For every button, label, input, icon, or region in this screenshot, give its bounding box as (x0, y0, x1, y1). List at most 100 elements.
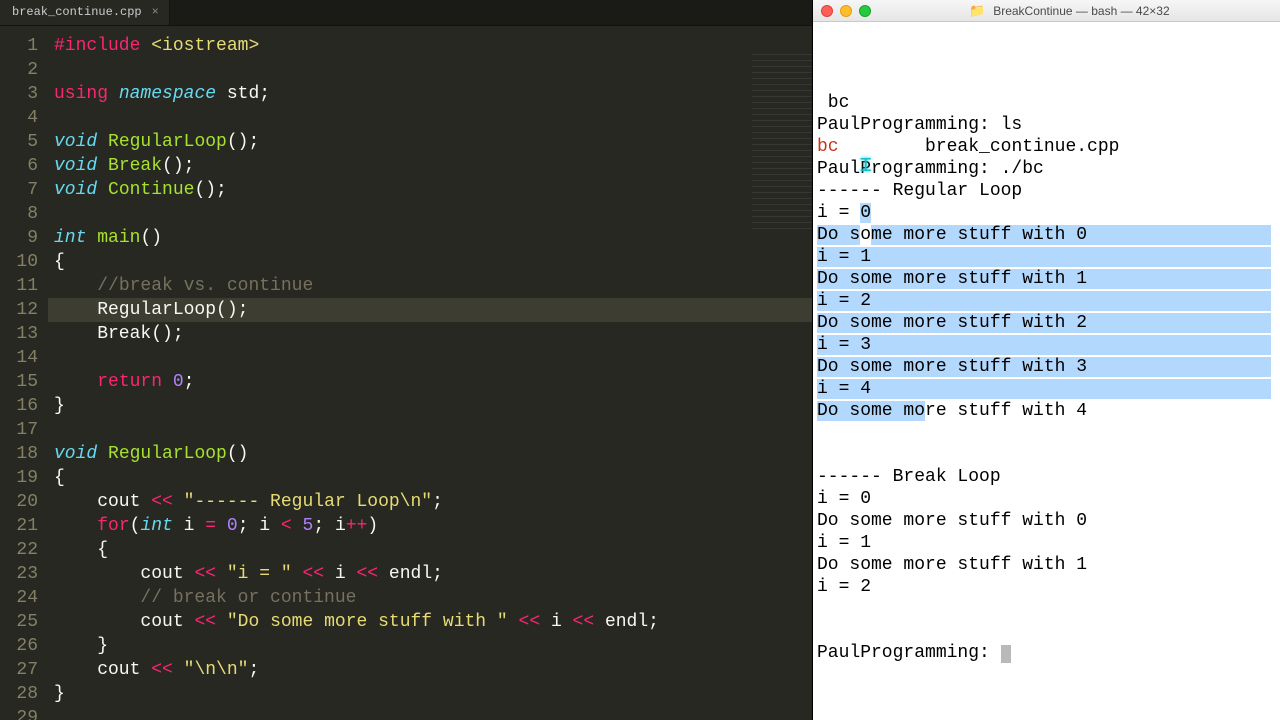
terminal-line: ------ Regular Loop (817, 180, 1278, 202)
code-line[interactable]: void RegularLoop(); (54, 130, 812, 154)
line-number: 17 (0, 418, 38, 442)
line-number: 14 (0, 346, 38, 370)
line-number: 21 (0, 514, 38, 538)
terminal-title-text: BreakContinue — bash — 42×32 (993, 4, 1169, 18)
code-line[interactable]: //break vs. continue (54, 274, 812, 298)
minimap[interactable] (752, 54, 812, 234)
terminal-line: Do some more stuff with 1 (817, 268, 1278, 290)
zoom-window-icon[interactable] (859, 5, 871, 17)
code-line[interactable]: void Break(); (54, 154, 812, 178)
editor-tabbar: break_continue.cpp × (0, 0, 812, 26)
line-number: 3 (0, 82, 38, 106)
code-line[interactable] (54, 706, 812, 720)
line-number: 1 (0, 34, 38, 58)
close-window-icon[interactable] (821, 5, 833, 17)
line-number: 15 (0, 370, 38, 394)
code-line[interactable]: { (54, 250, 812, 274)
terminal-line (817, 620, 1278, 642)
line-number: 22 (0, 538, 38, 562)
code-line[interactable]: int main() (54, 226, 812, 250)
code-line[interactable]: // break or continue (54, 586, 812, 610)
line-number: 4 (0, 106, 38, 130)
line-number: 9 (0, 226, 38, 250)
terminal-line: ------ Break Loop (817, 466, 1278, 488)
line-number: 6 (0, 154, 38, 178)
code-line[interactable]: { (54, 538, 812, 562)
line-number: 18 (0, 442, 38, 466)
terminal-line: PaulProgramming: ls (817, 114, 1278, 136)
line-number: 12 (0, 298, 38, 322)
terminal-line: PaulProgramming: ./bc (817, 158, 1278, 180)
line-number: 7 (0, 178, 38, 202)
line-number: 8 (0, 202, 38, 226)
code-line[interactable]: using namespace std; (54, 82, 812, 106)
line-number: 24 (0, 586, 38, 610)
terminal-titlebar[interactable]: 📁 BreakContinue — bash — 42×32 (813, 0, 1280, 22)
terminal-line: Do some more stuff with 0 (817, 224, 1278, 246)
code-line[interactable]: return 0; (54, 370, 812, 394)
terminal-line: Do some more stuff with 2 (817, 312, 1278, 334)
line-number: 5 (0, 130, 38, 154)
terminal-line: bc break_continue.cpp (817, 136, 1278, 158)
code-line[interactable] (54, 418, 812, 442)
code-line[interactable]: } (54, 634, 812, 658)
code-line[interactable] (54, 106, 812, 130)
minimize-window-icon[interactable] (840, 5, 852, 17)
code-line[interactable]: cout << "------ Regular Loop\n"; (54, 490, 812, 514)
terminal-line: i = 1 (817, 532, 1278, 554)
line-number: 2 (0, 58, 38, 82)
terminal-line: i = 4 (817, 378, 1278, 400)
code-area[interactable]: 1234567891011121314151617181920212223242… (0, 26, 812, 720)
terminal-window: 📁 BreakContinue — bash — 42×32 Ꮖ bcPaulP… (812, 0, 1280, 720)
code-line[interactable] (54, 202, 812, 226)
terminal-cursor (1001, 645, 1011, 663)
code-line[interactable]: for(int i = 0; i < 5; i++) (54, 514, 812, 538)
terminal-line: i = 2 (817, 290, 1278, 312)
line-number: 19 (0, 466, 38, 490)
line-number: 11 (0, 274, 38, 298)
terminal-line: Do some more stuff with 4 (817, 400, 1278, 422)
code-line[interactable] (54, 346, 812, 370)
line-number: 20 (0, 490, 38, 514)
code-line[interactable]: } (54, 682, 812, 706)
terminal-line: i = 0 (817, 202, 1278, 224)
code-line[interactable]: void RegularLoop() (54, 442, 812, 466)
code-line[interactable]: #include <iostream> (54, 34, 812, 58)
line-number: 25 (0, 610, 38, 634)
line-number-gutter: 1234567891011121314151617181920212223242… (0, 26, 48, 720)
code-line[interactable]: cout << "i = " << i << endl; (54, 562, 812, 586)
line-number: 23 (0, 562, 38, 586)
terminal-line: i = 0 (817, 488, 1278, 510)
terminal-line: Do some more stuff with 3 (817, 356, 1278, 378)
terminal-line (817, 598, 1278, 620)
code-editor: break_continue.cpp × 1234567891011121314… (0, 0, 812, 720)
terminal-line: i = 2 (817, 576, 1278, 598)
code-line[interactable]: cout << "\n\n"; (54, 658, 812, 682)
line-number: 29 (0, 706, 38, 720)
line-number: 27 (0, 658, 38, 682)
line-number: 10 (0, 250, 38, 274)
terminal-line (817, 422, 1278, 444)
code-line[interactable]: { (54, 466, 812, 490)
tab-label: break_continue.cpp (12, 5, 142, 19)
tab-break-continue[interactable]: break_continue.cpp × (0, 0, 170, 25)
code-line[interactable]: Break(); (54, 322, 812, 346)
code-line[interactable] (54, 58, 812, 82)
terminal-body[interactable]: Ꮖ bcPaulProgramming: lsbc break_continue… (813, 22, 1280, 720)
code-line[interactable]: } (54, 394, 812, 418)
terminal-line: Do some more stuff with 1 (817, 554, 1278, 576)
folder-icon: 📁 (969, 3, 985, 19)
line-number: 28 (0, 682, 38, 706)
line-number: 13 (0, 322, 38, 346)
line-number: 26 (0, 634, 38, 658)
code-line[interactable]: void Continue(); (54, 178, 812, 202)
code-content[interactable]: #include <iostream> using namespace std; v… (48, 26, 812, 720)
terminal-line: PaulProgramming: (817, 642, 1278, 664)
terminal-line (817, 444, 1278, 466)
close-icon[interactable]: × (152, 5, 159, 19)
terminal-line: i = 3 (817, 334, 1278, 356)
terminal-line: bc (817, 92, 1278, 114)
line-number: 16 (0, 394, 38, 418)
window-controls (821, 5, 871, 17)
code-line[interactable]: cout << "Do some more stuff with " << i … (54, 610, 812, 634)
